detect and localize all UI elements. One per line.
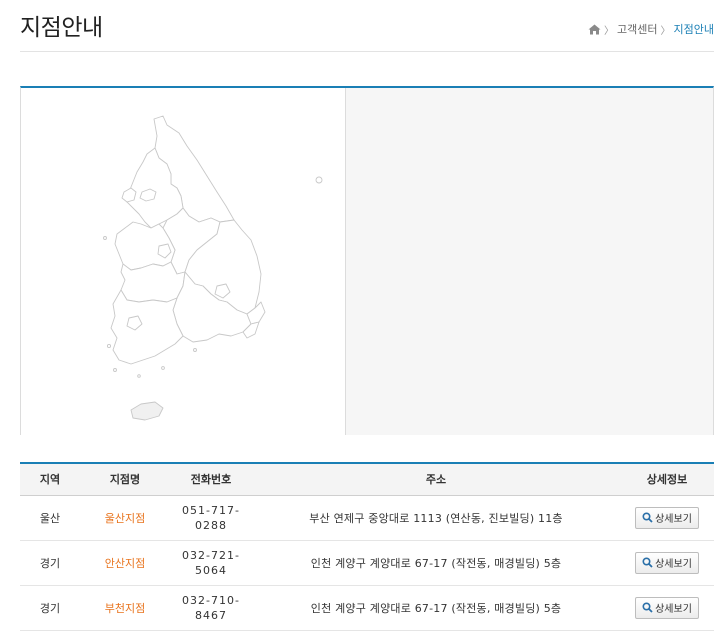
table-row: 울산 울산지점 051-717- 0288 부산 연제구 중앙대로 1113 (연… — [20, 495, 714, 541]
phone-cell: 051-717- 0288 — [170, 495, 252, 541]
search-icon — [642, 557, 653, 568]
column-header-phone: 전화번호 — [190, 473, 232, 487]
phone-cell: 032-721- 5064 — [170, 540, 252, 586]
detail-view-label: 상세보기 — [655, 514, 692, 525]
address-cell: 인천 계양구 계양대로 67-17 (작전동, 매경빌딩) 5층 — [252, 585, 620, 631]
detail-view-button[interactable]: 상세보기 — [635, 506, 699, 529]
page-title: 지점안내 — [20, 15, 103, 41]
phone-line: 8467 — [195, 608, 227, 622]
branch-cell: 안산지점 — [80, 540, 170, 586]
phone-line: 032-710- — [182, 593, 240, 607]
korea-map[interactable] — [21, 88, 346, 435]
branch-map-panel — [20, 86, 714, 435]
region-cell: 울산 — [20, 495, 80, 541]
phone-cell: 032-710- 8467 — [170, 585, 252, 631]
chevron-right-icon: 〉 — [604, 25, 615, 37]
table-row: 경기 부천지점 032-710- 8467 인천 계양구 계양대로 67-17 (… — [20, 585, 714, 631]
branch-table: 지역 지점명 전화번호 주소 상세정보 울산 울산지점 051-717- 0288… — [20, 462, 714, 631]
breadcrumb-item-customer-center[interactable]: 고객센터 — [617, 21, 657, 37]
detail-cell: 상세보기 — [620, 540, 714, 586]
page-header: 지점안내 〉 고객센터 〉 지점안내 — [20, 0, 714, 52]
search-icon — [642, 602, 653, 613]
detail-view-label: 상세보기 — [655, 559, 692, 570]
table-row: 경기 안산지점 032-721- 5064 인천 계양구 계양대로 67-17 (… — [20, 540, 714, 586]
branch-name-link[interactable]: 울산지점 — [105, 512, 145, 525]
column-header-address: 주소 — [425, 473, 447, 487]
address-cell: 부산 연제구 중앙대로 1113 (연산동, 진보빌딩) 11층 — [252, 495, 620, 541]
detail-view-button[interactable]: 상세보기 — [635, 596, 699, 619]
detail-cell: 상세보기 — [620, 495, 714, 541]
map-region-jeju — [130, 401, 164, 421]
map-region-jeonnam — [110, 289, 184, 365]
detail-view-button[interactable]: 상세보기 — [635, 551, 699, 574]
chevron-right-icon: 〉 — [660, 25, 671, 37]
table-header-row: 지역 지점명 전화번호 주소 상세정보 — [20, 463, 714, 495]
phone-line: 032-721- — [182, 548, 240, 562]
phone-line: 5064 — [195, 563, 227, 577]
phone-line: 051-717- — [182, 503, 240, 517]
column-header-region: 지역 — [39, 473, 61, 487]
search-icon — [642, 512, 653, 523]
phone-line: 0288 — [195, 518, 227, 532]
region-cell: 경기 — [20, 585, 80, 631]
map-region-incheon — [121, 187, 137, 203]
branch-info-area — [346, 88, 713, 435]
korea-map-icon — [103, 115, 323, 421]
detail-view-label: 상세보기 — [655, 604, 692, 615]
column-header-branch: 지점명 — [109, 473, 141, 487]
region-cell: 경기 — [20, 540, 80, 586]
branch-cell: 울산지점 — [80, 495, 170, 541]
home-icon[interactable] — [588, 24, 601, 35]
branch-cell: 부천지점 — [80, 585, 170, 631]
breadcrumb: 〉 고객센터 〉 지점안내 — [588, 21, 714, 37]
column-header-detail: 상세정보 — [646, 473, 688, 487]
address-cell: 인천 계양구 계양대로 67-17 (작전동, 매경빌딩) 5층 — [252, 540, 620, 586]
branch-name-link[interactable]: 부천지점 — [105, 602, 145, 615]
breadcrumb-item-current: 지점안내 — [673, 23, 714, 36]
detail-cell: 상세보기 — [620, 585, 714, 631]
branch-name-link[interactable]: 안산지점 — [105, 557, 145, 570]
